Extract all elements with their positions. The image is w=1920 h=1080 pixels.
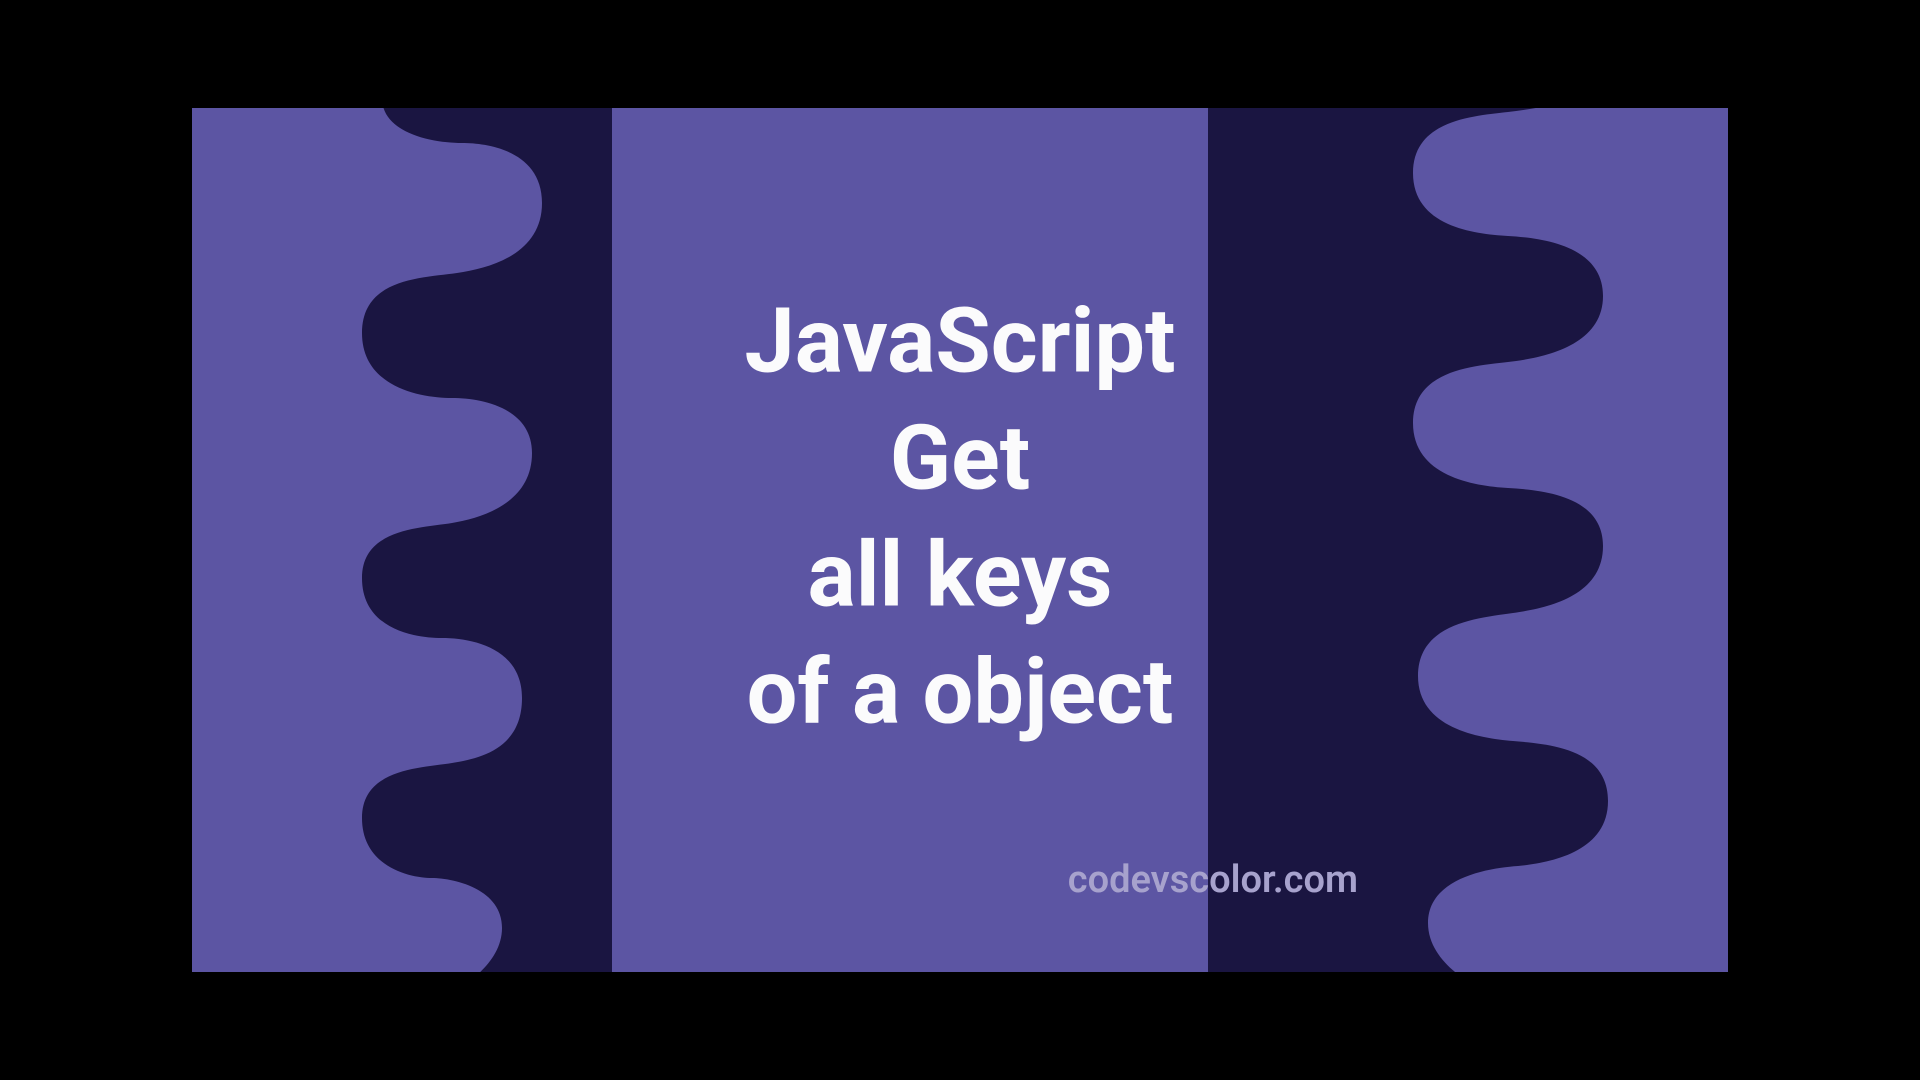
headline-line-3: all keys <box>744 517 1175 634</box>
headline-line-1: JavaScript <box>744 283 1175 400</box>
wave-decoration-left <box>192 108 612 972</box>
headline-line-4: of a object <box>744 634 1175 751</box>
wave-decoration-right <box>1208 108 1728 972</box>
headline-line-2: Get <box>744 400 1175 517</box>
watermark: codevscolor.com <box>1068 858 1358 902</box>
headline: JavaScript Get all keys of a object <box>744 283 1175 751</box>
banner-canvas: JavaScript Get all keys of a object code… <box>192 108 1728 972</box>
